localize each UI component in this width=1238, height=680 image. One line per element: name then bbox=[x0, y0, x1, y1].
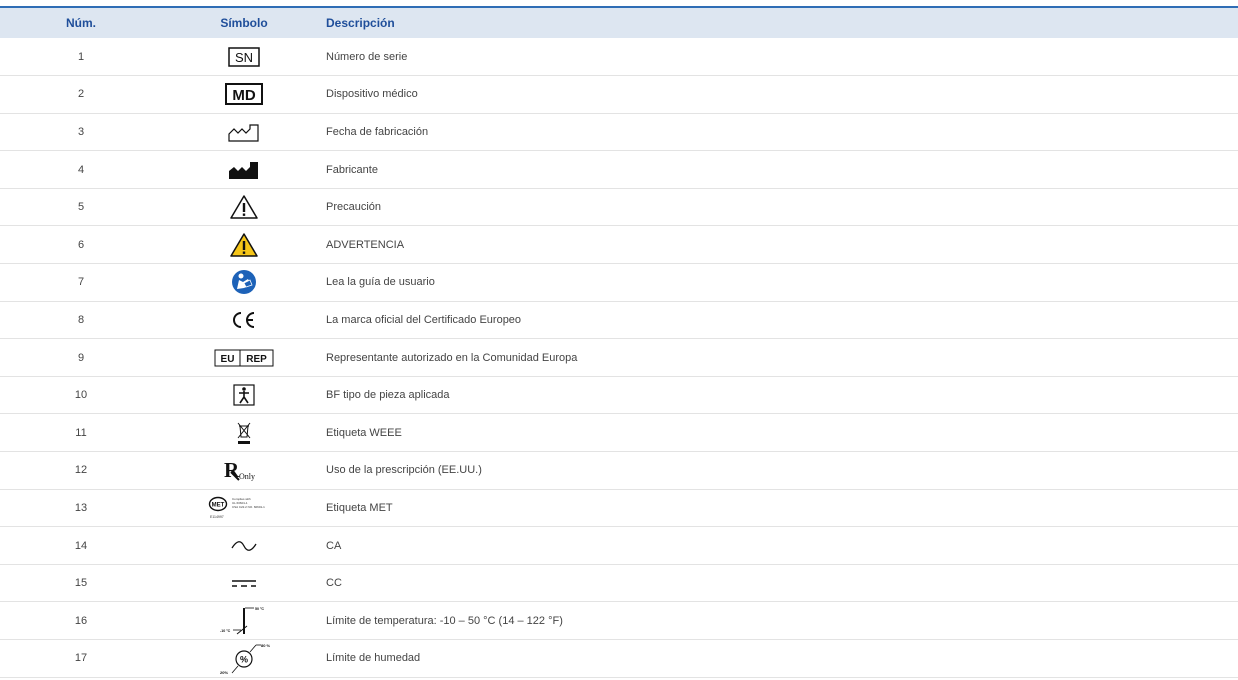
row-description: ADVERTENCIA bbox=[326, 238, 405, 251]
date-of-manufacture-icon bbox=[227, 121, 261, 143]
table-row: 11 Etiqueta WEEE bbox=[0, 414, 1238, 452]
row-description: CC bbox=[326, 577, 342, 590]
row-number: 3 bbox=[77, 125, 85, 138]
read-user-guide-icon bbox=[231, 269, 257, 295]
svg-text:50 °C: 50 °C bbox=[255, 607, 264, 611]
table-row: 7 Lea la guía de usuario bbox=[0, 264, 1238, 302]
met-label-icon: MET Complies with UL 60601-1 CSA C22.2 N… bbox=[208, 494, 280, 522]
manufacturer-icon bbox=[227, 159, 261, 181]
table-row: 13 MET Complies with UL 60601-1 CSA C22.… bbox=[0, 489, 1238, 527]
eu-rep-icon: EU REP bbox=[214, 349, 274, 367]
row-description: Fecha de fabricación bbox=[326, 125, 429, 138]
ce-mark-icon bbox=[229, 310, 259, 330]
svg-text:%: % bbox=[240, 655, 248, 665]
row-number: 10 bbox=[74, 389, 88, 402]
row-description: Etiqueta MET bbox=[326, 501, 393, 514]
table-header-row: Núm. Símbolo Descripción bbox=[0, 8, 1238, 38]
row-number: 15 bbox=[74, 577, 88, 590]
row-description: Límite de temperatura: -10 – 50 °C (14 –… bbox=[326, 614, 563, 627]
table-row: 16 50 °C -10 °C Límite de temperatura: -… bbox=[0, 602, 1238, 640]
table-row: 15 CC bbox=[0, 564, 1238, 602]
table-row: 8 La marca oficial del Certificado Europ… bbox=[0, 301, 1238, 339]
rx-only-icon: R Only bbox=[222, 458, 266, 482]
row-number: 9 bbox=[77, 351, 85, 364]
humidity-limit-icon: % 80 % 20% bbox=[217, 641, 271, 675]
row-description: CA bbox=[326, 539, 342, 552]
bf-applied-part-icon bbox=[233, 384, 255, 406]
row-description: Dispositivo médico bbox=[326, 88, 418, 101]
direct-current-icon bbox=[230, 577, 258, 589]
row-description: Fabricante bbox=[326, 163, 378, 176]
row-description: La marca oficial del Certificado Europeo bbox=[326, 313, 522, 326]
row-description: Número de serie bbox=[326, 50, 408, 63]
caution-icon bbox=[229, 194, 259, 220]
temperature-limit-icon: 50 °C -10 °C bbox=[217, 604, 271, 638]
table-row: 1 SN Número de serie bbox=[0, 38, 1238, 76]
header-symbol: Símbolo bbox=[220, 16, 268, 30]
row-description: Representante autorizado en la Comunidad… bbox=[326, 351, 578, 364]
row-number: 2 bbox=[77, 88, 85, 101]
row-number: 14 bbox=[74, 539, 88, 552]
row-description: Precaución bbox=[326, 201, 382, 214]
row-description: Límite de humedad bbox=[326, 652, 421, 665]
header-description: Descripción bbox=[326, 16, 395, 30]
row-number: 12 bbox=[74, 464, 88, 477]
svg-text:MD: MD bbox=[232, 87, 255, 104]
row-number: 1 bbox=[77, 50, 85, 63]
medical-device-icon: MD bbox=[225, 83, 263, 106]
row-number: 4 bbox=[77, 163, 85, 176]
header-num: Núm. bbox=[66, 16, 96, 30]
row-number: 13 bbox=[74, 501, 88, 514]
svg-text:EU: EU bbox=[221, 354, 235, 365]
row-description: Etiqueta WEEE bbox=[326, 426, 402, 439]
table-row: 17 % 80 % 20% Límite de humedad bbox=[0, 640, 1238, 678]
row-number: 6 bbox=[77, 238, 85, 251]
symbols-page: Núm. Símbolo Descripción 1 SN Número de … bbox=[0, 0, 1238, 680]
row-number: 7 bbox=[77, 276, 85, 289]
table-row: 3 Fecha de fabricación bbox=[0, 113, 1238, 151]
row-number: 5 bbox=[77, 201, 85, 214]
svg-text:-10 °C: -10 °C bbox=[220, 629, 231, 633]
table-row: 2 MD Dispositivo médico bbox=[0, 76, 1238, 114]
table-row: 9 EU REP Representante autorizado en la … bbox=[0, 339, 1238, 377]
serial-number-icon: SN bbox=[228, 46, 260, 67]
svg-text:20%: 20% bbox=[220, 670, 228, 675]
svg-text:SN: SN bbox=[235, 50, 253, 65]
row-number: 11 bbox=[75, 426, 87, 439]
weee-icon bbox=[235, 421, 253, 445]
warning-icon bbox=[229, 232, 259, 258]
row-number: 8 bbox=[77, 313, 85, 326]
table-row: 5 Precaución bbox=[0, 188, 1238, 226]
svg-text:MET: MET bbox=[212, 502, 225, 508]
table-row: 12 R Only Uso de la prescripción (EE.UU.… bbox=[0, 452, 1238, 490]
row-description: Uso de la prescripción (EE.UU.) bbox=[326, 464, 482, 477]
svg-text:E114997: E114997 bbox=[210, 515, 224, 519]
row-number: 16 bbox=[74, 614, 88, 627]
table-row: 6 ADVERTENCIA bbox=[0, 226, 1238, 264]
svg-text:CSA C22.2 NO. 60601-1: CSA C22.2 NO. 60601-1 bbox=[232, 505, 265, 509]
table-row: 4 Fabricante bbox=[0, 151, 1238, 189]
svg-text:80 %: 80 % bbox=[261, 643, 271, 648]
table-row: 10 BF tipo de pieza aplicada bbox=[0, 376, 1238, 414]
svg-text:REP: REP bbox=[246, 354, 267, 365]
row-number: 17 bbox=[74, 652, 88, 665]
symbols-table: Núm. Símbolo Descripción 1 SN Número de … bbox=[0, 8, 1238, 678]
row-description: Lea la guía de usuario bbox=[326, 276, 435, 289]
svg-text:Only: Only bbox=[239, 472, 255, 481]
alternating-current-icon bbox=[230, 539, 258, 553]
table-row: 14 CA bbox=[0, 527, 1238, 565]
row-description: BF tipo de pieza aplicada bbox=[326, 389, 450, 402]
